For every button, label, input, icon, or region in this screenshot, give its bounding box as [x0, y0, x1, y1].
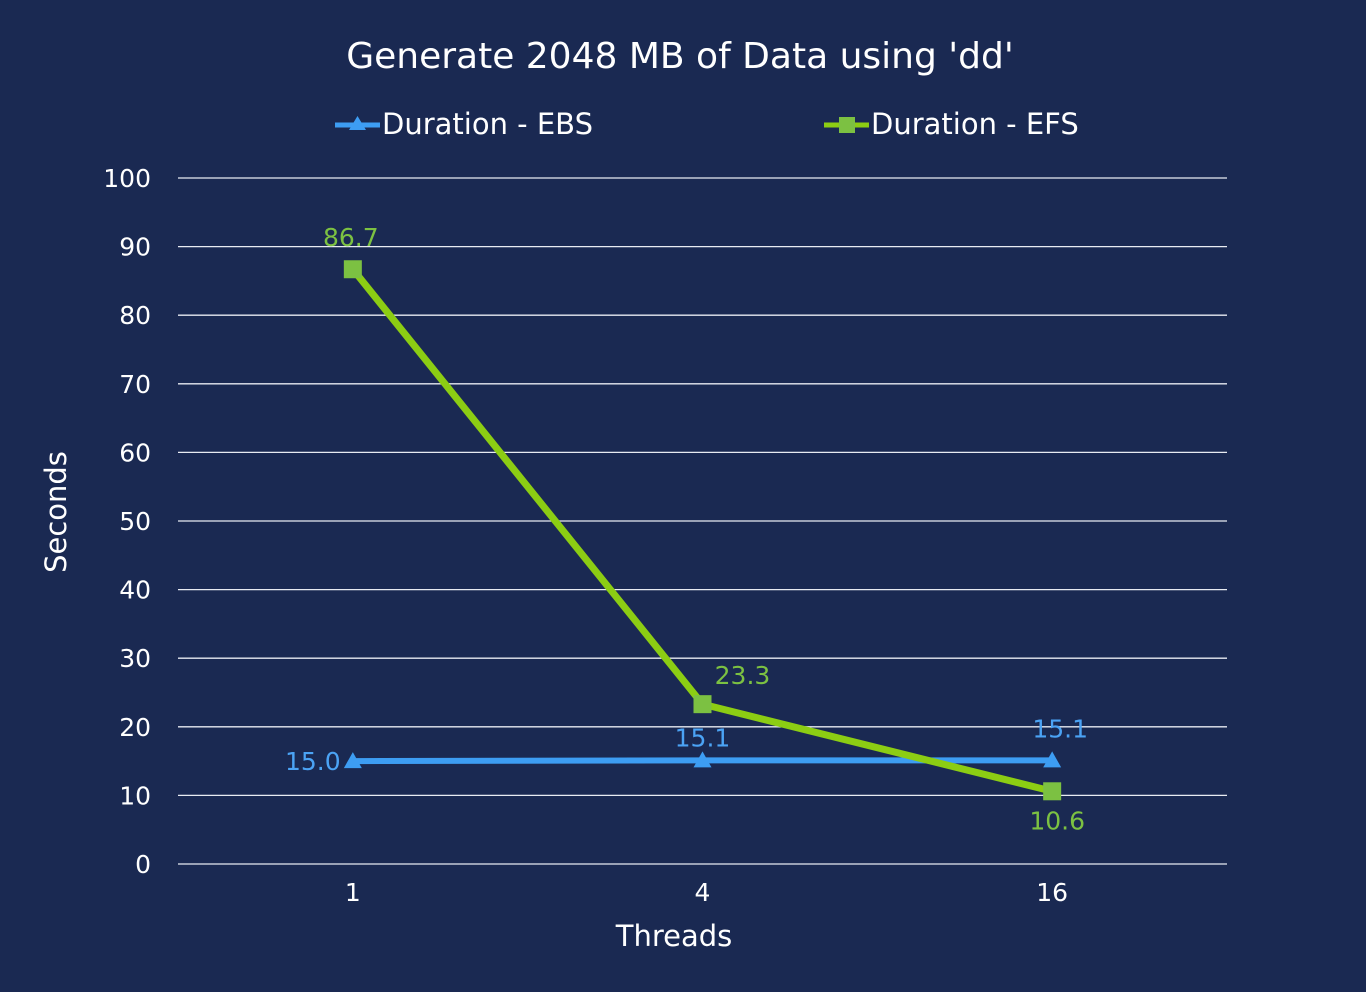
y-tick-label: 0 — [135, 850, 151, 879]
chart: Generate 2048 MB of Data using 'dd' Dura… — [0, 0, 1366, 988]
data-label-ebs: 15.1 — [675, 723, 731, 752]
data-point-efs[interactable] — [1043, 782, 1062, 801]
data-label-efs: 23.3 — [715, 661, 771, 690]
y-tick-label: 30 — [119, 644, 151, 673]
data-label-ebs: 15.1 — [1032, 714, 1088, 743]
y-tick-label: 70 — [119, 370, 151, 399]
legend-marker-efs — [839, 117, 855, 133]
legend-label-efs: Duration - EFS — [871, 107, 1079, 141]
data-label-efs: 86.7 — [323, 223, 379, 252]
legend-item-ebs[interactable]: Duration - EBS — [335, 107, 593, 141]
y-axis-ticks: 0 10 20 30 40 50 60 70 80 90 100 — [103, 164, 151, 879]
y-tick-label: 80 — [119, 301, 151, 330]
legend: Duration - EBS Duration - EFS — [335, 107, 1079, 141]
y-tick-label: 60 — [119, 438, 151, 467]
data-label-efs: 10.6 — [1029, 806, 1085, 835]
data-point-efs[interactable] — [693, 695, 712, 714]
y-axis-title: Seconds — [39, 451, 73, 573]
chart-title: Generate 2048 MB of Data using 'dd' — [346, 36, 1014, 77]
y-tick-label: 40 — [119, 576, 151, 605]
chart-canvas: Generate 2048 MB of Data using 'dd' Dura… — [39, 36, 1227, 953]
x-tick-label: 4 — [695, 878, 711, 907]
y-tick-label: 50 — [119, 507, 151, 536]
y-tick-label: 10 — [119, 781, 151, 810]
legend-label-ebs: Duration - EBS — [382, 107, 593, 141]
x-axis-ticks: 1 4 16 — [345, 878, 1068, 907]
y-tick-label: 90 — [119, 233, 151, 262]
x-tick-label: 1 — [345, 878, 361, 907]
data-point-efs[interactable] — [343, 260, 362, 279]
x-axis-title: Threads — [615, 919, 733, 953]
legend-item-efs[interactable]: Duration - EFS — [824, 107, 1079, 141]
x-tick-label: 16 — [1036, 878, 1068, 907]
data-label-ebs: 15.0 — [285, 747, 341, 776]
series — [343, 260, 1062, 801]
y-tick-label: 20 — [119, 713, 151, 742]
y-tick-label: 100 — [103, 164, 151, 193]
